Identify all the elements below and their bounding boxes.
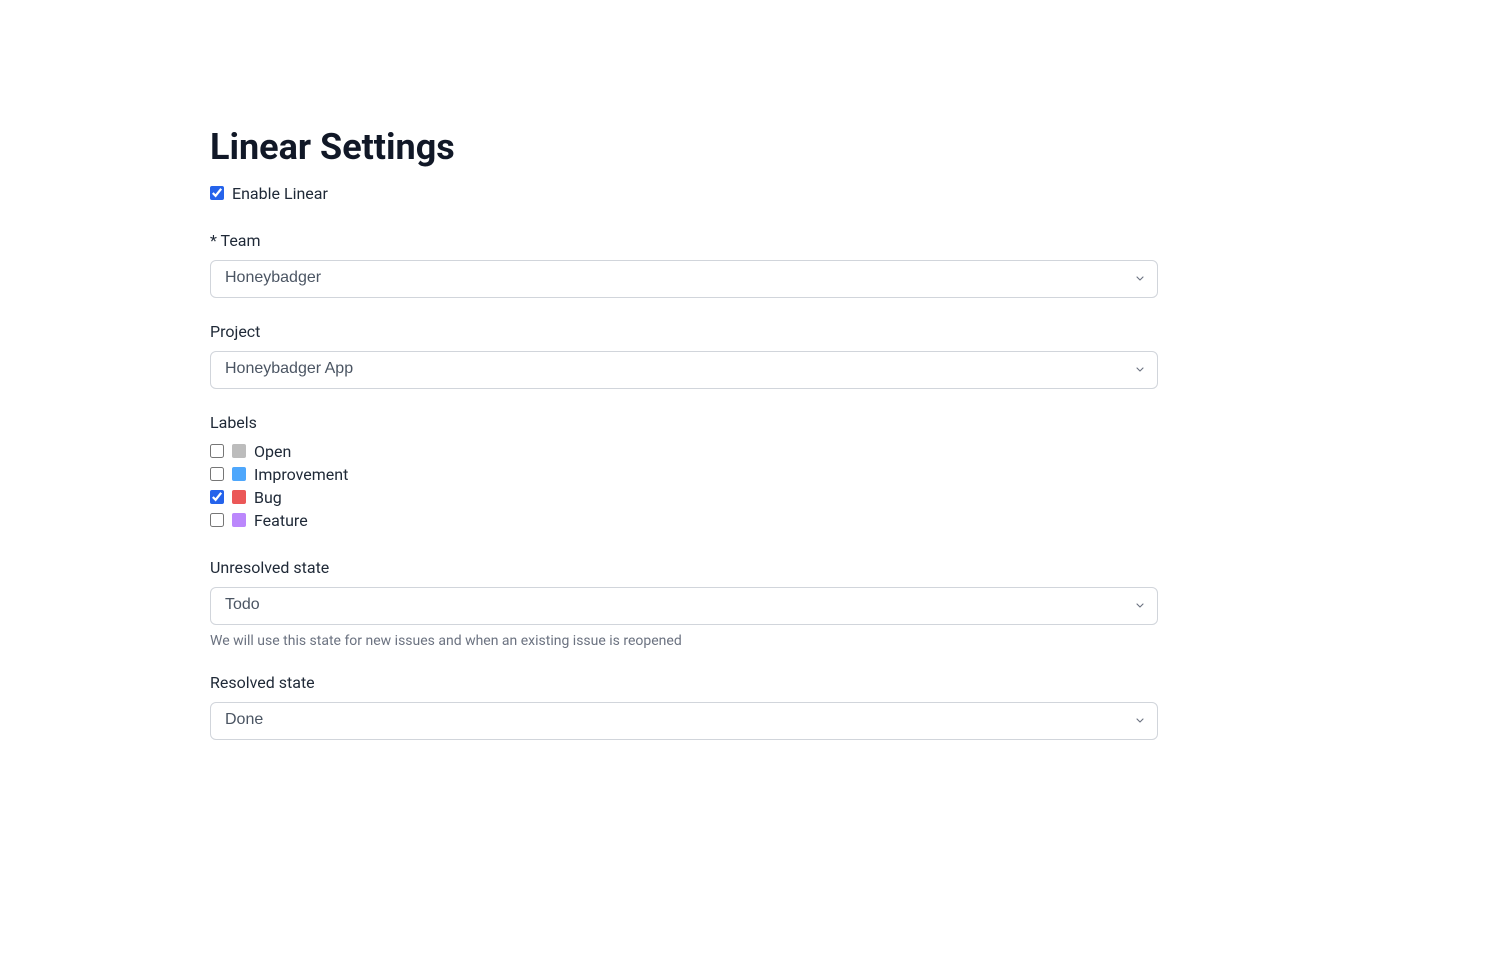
unresolved-label: Unresolved state (210, 558, 1290, 577)
team-group: * Team Honeybadger (210, 231, 1290, 298)
project-select-wrap: Honeybadger App (210, 351, 1158, 389)
team-select-wrap: Honeybadger (210, 260, 1158, 298)
label-color-swatch (232, 513, 246, 527)
project-group: Project Honeybadger App (210, 322, 1290, 389)
labels-list: Open Improvement Bug Feature (210, 442, 1290, 530)
labels-title: Labels (210, 413, 1290, 432)
enable-linear-label[interactable]: Enable Linear (232, 184, 328, 203)
label-checkbox[interactable] (210, 467, 224, 481)
label-text: Open (254, 442, 291, 461)
label-row: Improvement (210, 465, 1290, 484)
unresolved-group: Unresolved state Todo We will use this s… (210, 558, 1290, 649)
project-label: Project (210, 322, 1290, 341)
label-color-swatch (232, 444, 246, 458)
label-color-swatch (232, 467, 246, 481)
label-text: Improvement (254, 465, 348, 484)
enable-linear-checkbox[interactable] (210, 186, 224, 200)
label-row: Open (210, 442, 1290, 461)
team-select[interactable]: Honeybadger (210, 260, 1158, 298)
team-label: * Team (210, 231, 1290, 250)
unresolved-select[interactable]: Todo (210, 587, 1158, 625)
resolved-select[interactable]: Done (210, 702, 1158, 740)
labels-group: Labels Open Improvement Bug Feature (210, 413, 1290, 530)
label-text: Feature (254, 511, 308, 530)
enable-linear-row: Enable Linear (210, 184, 1290, 203)
resolved-group: Resolved state Done (210, 673, 1290, 740)
label-row: Bug (210, 488, 1290, 507)
label-checkbox[interactable] (210, 490, 224, 504)
label-checkbox[interactable] (210, 513, 224, 527)
resolved-label: Resolved state (210, 673, 1290, 692)
label-row: Feature (210, 511, 1290, 530)
resolved-select-wrap: Done (210, 702, 1158, 740)
project-select[interactable]: Honeybadger App (210, 351, 1158, 389)
label-color-swatch (232, 490, 246, 504)
label-text: Bug (254, 488, 282, 507)
label-checkbox[interactable] (210, 444, 224, 458)
page-title: Linear Settings (210, 128, 1290, 168)
unresolved-help-text: We will use this state for new issues an… (210, 633, 1290, 649)
unresolved-select-wrap: Todo (210, 587, 1158, 625)
